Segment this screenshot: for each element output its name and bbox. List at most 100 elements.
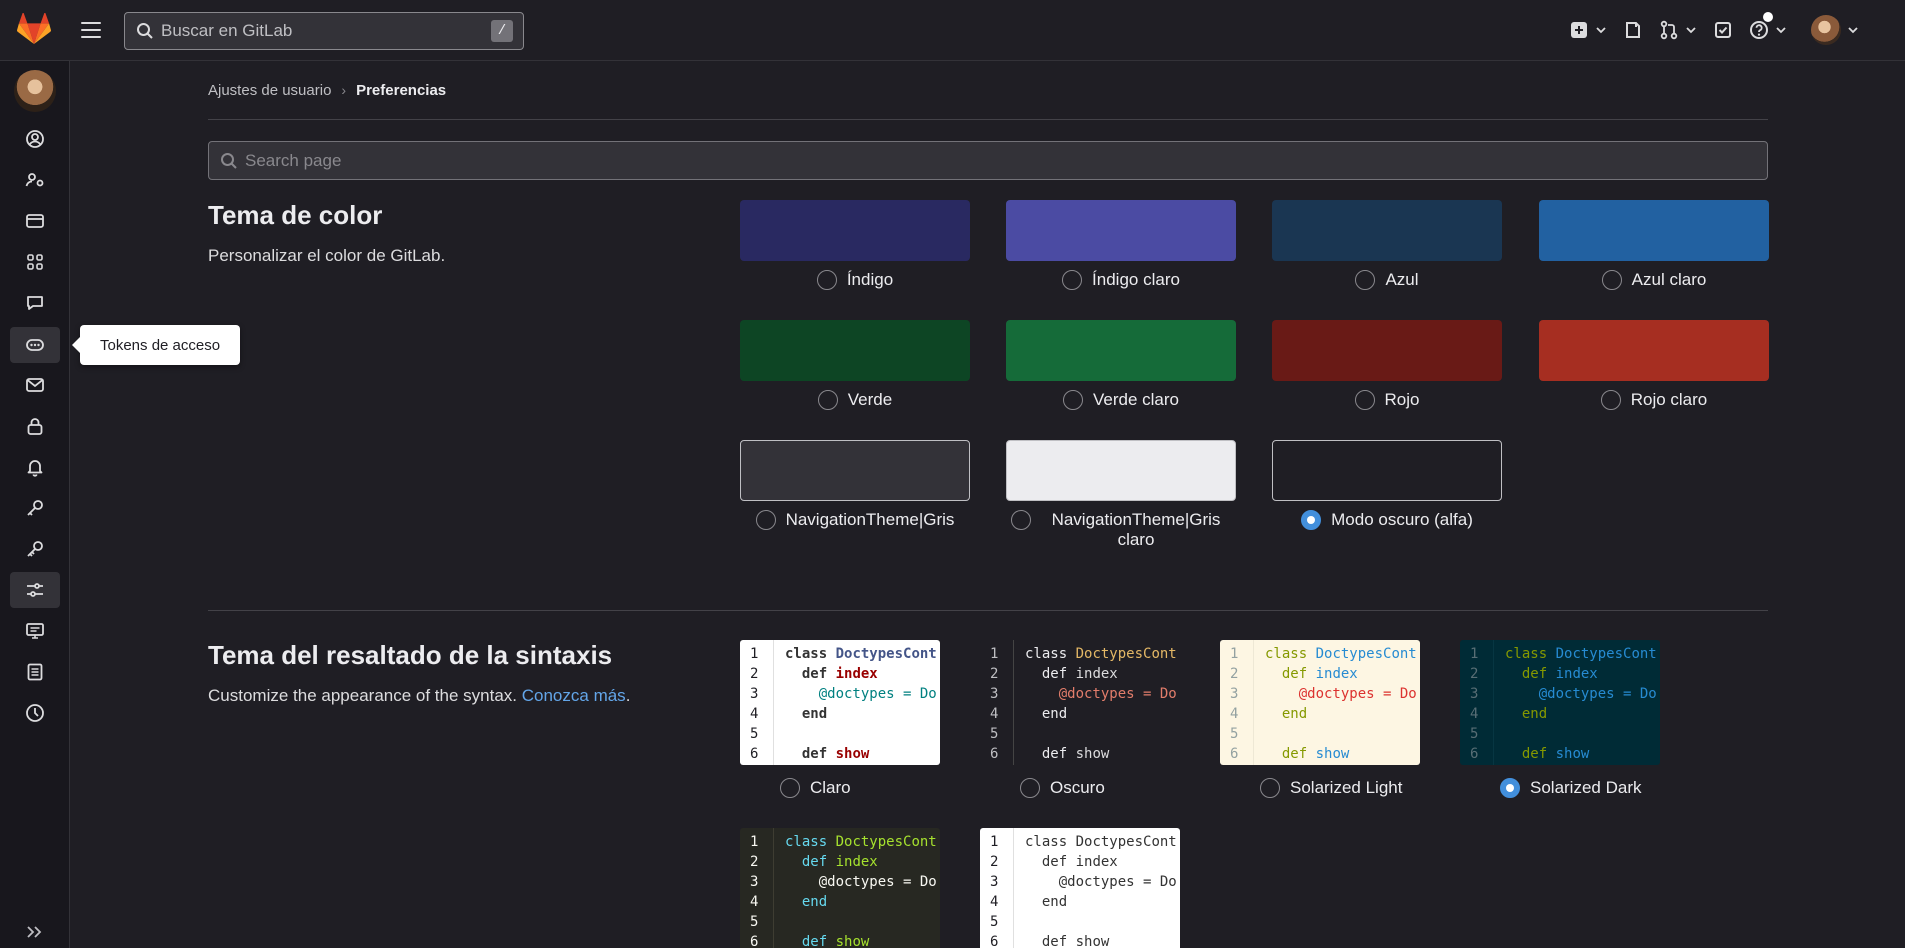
color-theme-option[interactable]: Índigo xyxy=(740,270,970,290)
radio-button[interactable] xyxy=(1601,270,1622,290)
syntax-theme-preview[interactable]: 1 2 3 4 5 6 class DoctypesCont def index @doct… xyxy=(740,828,940,948)
sidebar-item-profile[interactable] xyxy=(10,121,60,157)
radio-button[interactable] xyxy=(1354,390,1375,410)
code-line: @doctypes = Do xyxy=(1538,686,1657,702)
user-menu-button[interactable] xyxy=(1803,15,1867,45)
color-theme-swatch[interactable] xyxy=(740,440,970,501)
code-line: def index xyxy=(1041,854,1118,870)
line-number: 4 xyxy=(750,894,759,910)
sidebar-item-active-sessions[interactable] xyxy=(10,613,60,649)
radio-button[interactable] xyxy=(780,778,800,798)
radio-button[interactable] xyxy=(1062,270,1083,290)
sidebar-item-authentication-log[interactable] xyxy=(10,654,60,690)
menu-icon[interactable] xyxy=(80,19,102,41)
avatar[interactable] xyxy=(14,70,56,112)
syntax-theme-preview[interactable]: 1 2 3 4 5 6 class DoctypesCont def index @doct… xyxy=(980,640,1180,765)
color-theme-option[interactable]: Verde xyxy=(740,390,970,410)
radio-button[interactable] xyxy=(1301,510,1322,530)
help-button[interactable] xyxy=(1741,12,1795,45)
color-theme-swatch[interactable] xyxy=(740,200,970,261)
search-input[interactable]: Buscar en GitLab / xyxy=(124,12,524,50)
sidebar-item-account[interactable] xyxy=(10,162,60,198)
syntax-theme-title: Tema del resaltado de la sintaxis xyxy=(208,640,613,670)
color-theme-label: Índigo xyxy=(846,270,894,289)
syntax-theme-option[interactable]: Solarized Dark xyxy=(1500,778,1642,798)
sidebar-item-password[interactable] xyxy=(10,408,60,444)
color-theme-swatch[interactable] xyxy=(1272,440,1502,501)
code-line: end xyxy=(801,706,828,722)
syntax-theme-option[interactable]: Solarized Light xyxy=(1260,778,1402,798)
lock-icon xyxy=(27,418,43,435)
color-theme-option[interactable]: Azul xyxy=(1272,270,1502,290)
syntax-theme-preview[interactable]: 1 2 3 4 5 6 class DoctypesCont def index @doct… xyxy=(1220,640,1420,765)
credit-card-icon xyxy=(26,214,44,228)
breadcrumb-current[interactable]: Preferencias xyxy=(356,82,446,99)
radio-button[interactable] xyxy=(755,510,776,530)
radio-button[interactable] xyxy=(816,270,837,290)
color-theme-swatch[interactable] xyxy=(1006,320,1236,381)
color-theme-option[interactable]: NavigationTheme|Gris xyxy=(740,510,970,530)
page-search-input[interactable]: Search page xyxy=(208,141,1768,180)
gitlab-logo[interactable] xyxy=(17,13,51,45)
line-number: 5 xyxy=(1470,726,1479,742)
syntax-theme-preview[interactable]: 1 2 3 4 5 6 class DoctypesCont def index @doct… xyxy=(980,828,1180,948)
sidebar-item-usage-quotas[interactable] xyxy=(10,695,60,731)
sidebar-item-applications[interactable] xyxy=(10,244,60,280)
color-theme-option[interactable]: Rojo claro xyxy=(1539,390,1769,410)
color-theme-option[interactable]: Azul claro xyxy=(1539,270,1769,290)
color-theme-swatch[interactable] xyxy=(1006,440,1236,501)
radio-button[interactable] xyxy=(1355,270,1376,290)
color-theme-swatch[interactable] xyxy=(1006,200,1236,261)
sidebar-item-notifications[interactable] xyxy=(10,449,60,485)
sidebar-item-ssh-keys[interactable] xyxy=(10,490,60,526)
line-number: 2 xyxy=(750,854,759,870)
sidebar-item-preferences[interactable] xyxy=(10,572,60,608)
sidebar-item-billing[interactable] xyxy=(10,203,60,239)
radio-button[interactable] xyxy=(1063,390,1083,410)
line-number: 3 xyxy=(1470,686,1479,702)
issues-button[interactable] xyxy=(1615,15,1651,45)
code-line: def show xyxy=(1281,746,1350,762)
syntax-theme-option[interactable]: Oscuro xyxy=(1020,778,1105,798)
radio-button[interactable] xyxy=(1011,510,1031,530)
color-theme-swatch[interactable] xyxy=(1272,320,1502,381)
color-theme-swatch[interactable] xyxy=(1539,200,1769,261)
line-number: 5 xyxy=(1230,726,1239,742)
color-theme-option[interactable]: Índigo claro xyxy=(1006,270,1236,290)
syntax-theme-label: Claro xyxy=(810,778,851,797)
syntax-theme-preview[interactable]: 1 2 3 4 5 6 class DoctypesCont def index @doct… xyxy=(1460,640,1660,765)
gutter-line xyxy=(773,828,774,948)
radio-button[interactable] xyxy=(1020,778,1040,798)
description-period: . xyxy=(625,686,631,705)
learn-more-link[interactable]: Conozca más xyxy=(522,686,626,705)
radio-button[interactable] xyxy=(817,390,838,410)
syntax-theme-option[interactable]: Claro xyxy=(780,778,851,798)
sidebar-item-gpg-keys[interactable] xyxy=(10,531,60,567)
sidebar xyxy=(0,61,70,948)
syntax-theme-preview[interactable]: 1 2 3 4 5 6 class DoctypesCont def index @doct… xyxy=(740,640,940,765)
todos-button[interactable] xyxy=(1705,15,1741,45)
radio-button[interactable] xyxy=(1260,778,1280,798)
chevron-down-icon xyxy=(1596,27,1606,34)
color-theme-swatch[interactable] xyxy=(1272,200,1502,261)
color-theme-swatch[interactable] xyxy=(1539,320,1769,381)
expand-sidebar-icon[interactable] xyxy=(24,922,44,942)
sidebar-item-access-tokens[interactable] xyxy=(10,327,60,363)
line-number: 6 xyxy=(750,746,759,762)
radio-button[interactable] xyxy=(1500,778,1520,798)
radio-button[interactable] xyxy=(1600,390,1621,410)
color-theme-option[interactable]: Verde claro xyxy=(1006,390,1236,410)
merge-requests-button[interactable] xyxy=(1651,15,1705,45)
code-line: end xyxy=(1521,706,1548,722)
breadcrumb-parent[interactable]: Ajustes de usuario xyxy=(208,82,331,99)
color-theme-swatch[interactable] xyxy=(740,320,970,381)
monitor-icon xyxy=(26,623,44,639)
color-theme-label: Azul claro xyxy=(1631,270,1707,289)
color-theme-option[interactable]: Modo oscuro (alfa) xyxy=(1272,510,1502,530)
line-number: 6 xyxy=(1230,746,1239,762)
color-theme-option[interactable]: NavigationTheme|Gris claro xyxy=(1006,510,1236,550)
sidebar-item-chat[interactable] xyxy=(10,285,60,321)
color-theme-option[interactable]: Rojo xyxy=(1272,390,1502,410)
new-menu-button[interactable] xyxy=(1561,15,1615,45)
sidebar-item-emails[interactable] xyxy=(10,367,60,403)
